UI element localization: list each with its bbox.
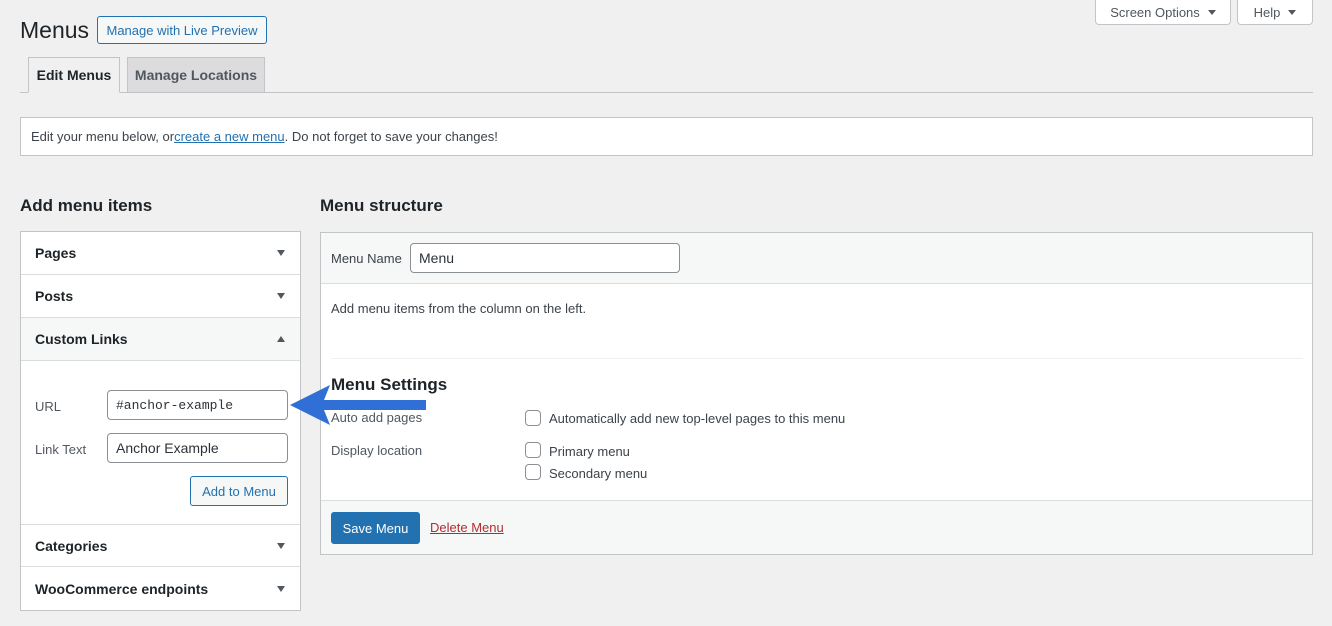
tabs-divider (20, 92, 1313, 93)
accordion-woocommerce-label: WooCommerce endpoints (35, 580, 209, 597)
tab-edit-menus[interactable]: Edit Menus (28, 57, 120, 93)
url-input[interactable] (107, 390, 288, 420)
screen-options-button[interactable]: Screen Options (1095, 0, 1231, 25)
add-to-menu-button[interactable]: Add to Menu (190, 476, 288, 506)
menu-name-label: Menu Name (331, 251, 402, 266)
annotation-arrow-icon (290, 385, 426, 425)
arrow-down-icon (277, 293, 285, 299)
page-title: Menus (20, 17, 90, 43)
create-new-menu-link[interactable]: create a new menu (174, 129, 285, 144)
menu-structure-panel: Menu Name Add menu items from the column… (320, 232, 1313, 555)
menu-name-input[interactable] (410, 243, 680, 273)
add-menu-items-heading: Add menu items (20, 196, 153, 215)
arrow-up-icon (277, 336, 285, 342)
arrow-down-icon (277, 542, 285, 549)
accordion-pages[interactable]: Pages (21, 232, 300, 275)
settings-divider (331, 358, 1303, 359)
caret-down-icon (1207, 9, 1216, 15)
auto-add-pages-checkbox[interactable] (525, 410, 541, 426)
help-button[interactable]: Help (1237, 0, 1313, 25)
notice-text-before: Edit your menu below, or (31, 129, 175, 144)
caret-down-icon (1288, 9, 1297, 15)
menu-name-header: Menu Name (321, 233, 1312, 284)
save-menu-button[interactable]: Save Menu (331, 512, 420, 544)
accordion-categories[interactable]: Categories (21, 524, 300, 567)
accordion-posts[interactable]: Posts (21, 275, 300, 318)
accordion-posts-label: Posts (35, 288, 74, 304)
menu-actions-footer: Save Menu Delete Menu (321, 500, 1312, 554)
arrow-down-icon (277, 250, 285, 256)
arrow-down-icon (277, 585, 285, 592)
link-text-label: Link Text (35, 442, 87, 457)
accordion-custom-links-label: Custom Links (35, 331, 128, 347)
screen-options-label: Screen Options (1110, 4, 1200, 20)
primary-menu-checkbox[interactable] (525, 442, 541, 458)
secondary-menu-label: Secondary menu (549, 466, 648, 481)
help-label: Help (1253, 4, 1281, 20)
url-label: URL (35, 399, 62, 414)
link-text-input[interactable] (107, 433, 288, 463)
manage-live-preview-button[interactable]: Manage with Live Preview (97, 16, 267, 44)
secondary-menu-checkbox[interactable] (525, 464, 541, 480)
auto-add-pages-option: Automatically add new top-level pages to… (549, 411, 846, 426)
accordion-categories-label: Categories (35, 537, 108, 554)
accordion-custom-links[interactable]: Custom Links (21, 318, 300, 361)
accordion-woocommerce-endpoints[interactable]: WooCommerce endpoints (21, 567, 300, 610)
primary-menu-label: Primary menu (549, 444, 630, 459)
edit-notice: Edit your menu below, or create a new me… (20, 117, 1313, 156)
accordion-pages-label: Pages (35, 245, 77, 261)
notice-text-after: . Do not forget to save your changes! (284, 129, 498, 144)
delete-menu-link[interactable]: Delete Menu (430, 520, 504, 535)
display-location-label: Display location (331, 443, 423, 458)
menu-structure-heading: Menu structure (320, 196, 443, 215)
tab-manage-locations[interactable]: Manage Locations (127, 57, 265, 93)
add-menu-items-accordion: Pages Posts Custom Links URL Link Text A… (20, 231, 301, 611)
empty-menu-text: Add menu items from the column on the le… (331, 301, 587, 316)
